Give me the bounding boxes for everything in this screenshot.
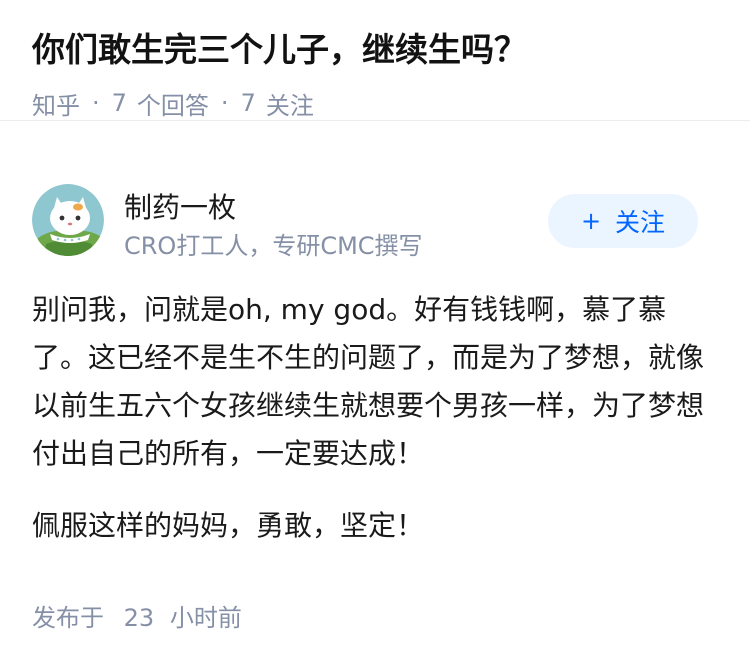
- cartoon-cat-avatar-icon[interactable]: [32, 184, 104, 256]
- answer-paragraph: 佩服这样的妈妈，勇敢，坚定！: [32, 509, 425, 542]
- avatar-image: [32, 184, 104, 256]
- published-unit: 小时前: [169, 604, 242, 632]
- author-bio: CRO打工人，专研CMC撰写: [124, 232, 423, 260]
- follows-count: 7: [240, 89, 256, 118]
- answer-footer: 发布于 23 小时前: [32, 598, 242, 633]
- plus-icon: +: [580, 207, 602, 235]
- follow-button[interactable]: + 关注: [548, 194, 698, 248]
- meta-separator: ·: [92, 89, 100, 118]
- published-value: 23: [123, 604, 155, 632]
- author-card: 制药一枚 CRO打工人，专研CMC撰写 + 关注: [32, 184, 698, 262]
- answers-label[interactable]: 个回答: [137, 86, 209, 121]
- author-name[interactable]: 制药一枚: [124, 186, 236, 226]
- question-header: 你们敢生完三个儿子，继续生吗？ 知乎 · 7 个回答 · 7 关注: [0, 0, 750, 121]
- question-title[interactable]: 你们敢生完三个儿子，继续生吗？: [32, 30, 718, 70]
- question-meta: 知乎 · 7 个回答 · 7 关注: [32, 86, 718, 121]
- published-label: 发布于: [32, 604, 104, 632]
- answer-content: 别问我，问就是oh, my god。好有钱钱啊，慕了慕了。这已经不是生不生的问题…: [32, 286, 712, 550]
- answer-paragraph: 别问我，问就是oh, my god。好有钱钱啊，慕了慕了。这已经不是生不生的问题…: [32, 293, 705, 470]
- follows-label[interactable]: 关注: [266, 86, 314, 121]
- follow-button-label: 关注: [615, 208, 666, 237]
- meta-separator: ·: [220, 89, 229, 118]
- answers-count: 7: [111, 89, 127, 118]
- source-label[interactable]: 知乎: [32, 86, 80, 121]
